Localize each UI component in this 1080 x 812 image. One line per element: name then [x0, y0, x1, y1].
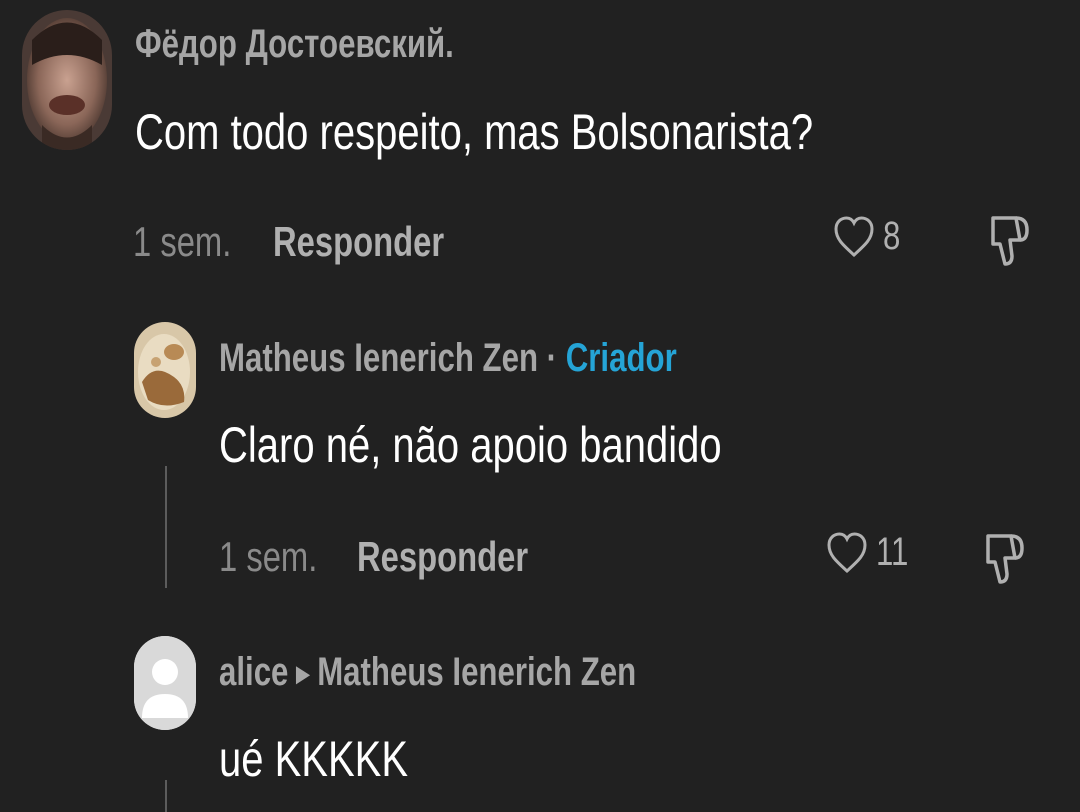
comment-text: ué KKKKK	[219, 731, 409, 787]
author-name[interactable]: alice	[219, 650, 288, 694]
comment-author[interactable]: alice ▶ Matheus Ienerich Zen	[219, 650, 636, 695]
avatar[interactable]	[134, 636, 196, 730]
default-avatar-icon	[134, 636, 196, 730]
comment-3: alice ▶ Matheus Ienerich Zen ué KKKKK	[0, 0, 1080, 812]
thread-line	[165, 780, 167, 812]
triangle-right-icon: ▶	[296, 661, 310, 686]
reply-to-name[interactable]: Matheus Ienerich Zen	[317, 650, 636, 694]
